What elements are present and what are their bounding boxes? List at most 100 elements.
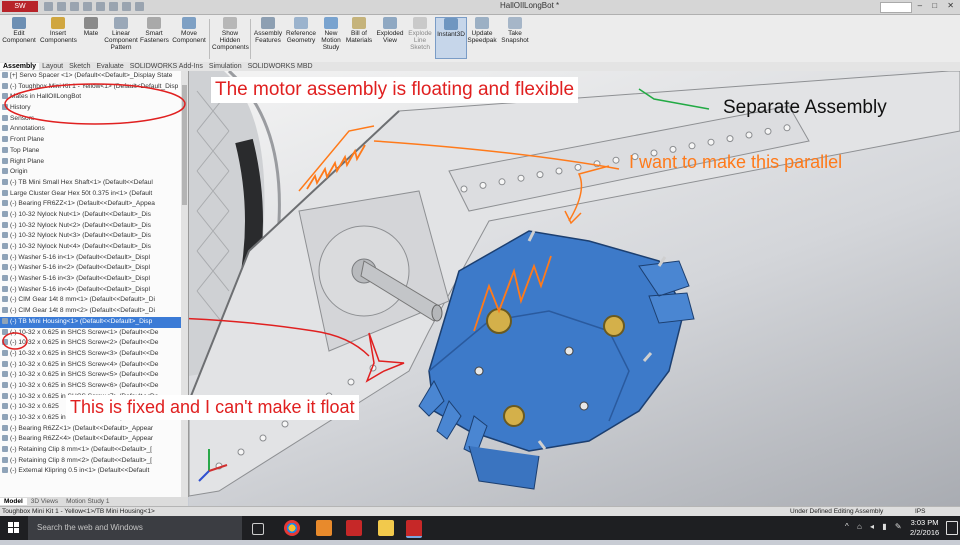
tab-model[interactable]: Model: [0, 498, 27, 505]
explode-line-sketch-button[interactable]: Explode Line Sketch: [406, 17, 434, 51]
tree-item[interactable]: Front Plane: [0, 135, 188, 146]
tree-item-label: (-) 10-32 Nylock Nut<2> (Default<<Defaul…: [10, 221, 151, 229]
taskbar-clock[interactable]: 3:03 PM 2/2/2016: [910, 518, 939, 538]
tree-item[interactable]: (-) CIM Gear 14t 8 mm<1> (Default<<Defau…: [0, 295, 188, 306]
start-button[interactable]: [0, 516, 28, 540]
smart-fasteners-button[interactable]: Smart Fasteners: [140, 17, 169, 44]
chassis-hole: [460, 185, 468, 193]
status-path: Toughbox Mini Kit 1 - Yellow<1>/TB Mini …: [2, 508, 155, 515]
tree-item[interactable]: Top Plane: [0, 146, 188, 157]
separate-assembly-callout: Separate Assembly: [723, 97, 887, 118]
tab-3d-views[interactable]: 3D Views: [27, 498, 62, 505]
document-title: HallOIlLongBot *: [500, 1, 560, 10]
notification-center-icon[interactable]: [946, 521, 958, 535]
edit-component-button[interactable]: Edit Component: [2, 17, 36, 44]
tab-sketch[interactable]: Sketch: [66, 63, 93, 70]
tree-item-label: (-) 10-32 x 0.625 in SHCS Screw<6> (Defa…: [10, 381, 159, 389]
bill-of-materials-button[interactable]: Bill of Materials: [345, 17, 373, 44]
tab-layout[interactable]: Layout: [39, 63, 66, 70]
tree-item[interactable]: (-) TB Mini Housing<1> (Default<<Default…: [0, 316, 188, 328]
tree-item[interactable]: Right Plane: [0, 157, 188, 168]
taskbar-search-box[interactable]: Search the web and Windows: [28, 516, 242, 540]
tree-item[interactable]: Origin: [0, 167, 188, 178]
assembly-features-button[interactable]: Assembly Features: [253, 17, 283, 44]
tb-mini-housing: [418, 230, 695, 490]
tree-item[interactable]: (-) Washer 5-16 in<4> (Default<<Default>…: [0, 285, 188, 296]
tree-item[interactable]: (-) 10-32 Nylock Nut<3> (Default<<Defaul…: [0, 231, 188, 242]
open-file-icon[interactable]: [57, 2, 66, 11]
tab-motion-study[interactable]: Motion Study 1: [62, 498, 113, 505]
tree-item[interactable]: (-) Retaining Clip 8 mm<2> (Default<<Def…: [0, 456, 188, 467]
tree-item[interactable]: (-) 10-32 Nylock Nut<2> (Default<<Defaul…: [0, 221, 188, 232]
tree-item[interactable]: (-) 10-32 x 0.625 in SHCS Screw<5> (Defa…: [0, 370, 188, 381]
tab-simulation[interactable]: Simulation: [206, 63, 245, 70]
tree-item-label: (-) Washer 5-16 in<1> (Default<<Default>…: [10, 253, 150, 261]
options-icon[interactable]: [135, 2, 144, 11]
undo-icon[interactable]: [96, 2, 105, 11]
mate-button[interactable]: Mate: [80, 17, 102, 37]
reference-geometry-button[interactable]: Reference Geometry: [285, 17, 317, 44]
tab-mbd[interactable]: SOLIDWORKS MBD: [245, 63, 316, 70]
solidworks-taskbar-icon[interactable]: [346, 520, 362, 536]
component-icon: [2, 414, 8, 420]
tab-addins[interactable]: SOLIDWORKS Add-Ins: [127, 63, 206, 70]
vlc-icon[interactable]: [316, 520, 332, 536]
tab-assembly[interactable]: Assembly: [0, 63, 40, 70]
insert-components-button[interactable]: Insert Components: [40, 17, 77, 44]
solidworks-logo[interactable]: SW: [2, 1, 38, 12]
tree-item[interactable]: (-) Bearing FR6ZZ<1> (Default<<Default>_…: [0, 199, 188, 210]
task-view-icon[interactable]: [252, 523, 264, 535]
show-hidden-button[interactable]: Show Hidden Components: [212, 17, 249, 51]
update-speedpak-button[interactable]: Update Speedpak: [467, 17, 497, 44]
graphics-viewport[interactable]: [189, 71, 960, 506]
tree-item[interactable]: (-) CIM Gear 14t 8 mm<2> (Default<<Defau…: [0, 306, 188, 317]
windows-taskbar: Search the web and Windows ^ ⌂ ◂ ▮ ✎ 3:0…: [0, 516, 960, 540]
tree-item[interactable]: (-) Bearing R6ZZ<4> (Default<<Default>_A…: [0, 434, 188, 445]
tree-item[interactable]: (-) Washer 5-16 in<1> (Default<<Default>…: [0, 253, 188, 264]
component-icon: [2, 446, 8, 453]
tree-item[interactable]: (-) 10-32 x 0.625 in SHCS Screw<4> (Defa…: [0, 360, 188, 371]
tree-item-label: Top Plane: [10, 146, 40, 154]
ribbon-separator: [250, 19, 251, 59]
select-icon[interactable]: [109, 2, 118, 11]
tree-item[interactable]: Large Cluster Gear Hex 50t 0.375 in<1> (…: [0, 189, 188, 200]
print-icon[interactable]: [83, 2, 92, 11]
new-motion-study-button[interactable]: New Motion Study: [319, 17, 343, 51]
tree-scrollbar[interactable]: [181, 71, 188, 497]
move-component-button[interactable]: Move Component: [172, 17, 206, 44]
feature-manager-tree: [+] Servo Spacer <1> (Default<<Default>_…: [0, 71, 189, 497]
parallel-callout: I want to make this parallel: [629, 152, 843, 172]
new-file-icon[interactable]: [44, 2, 53, 11]
exploded-view-button[interactable]: Exploded View: [375, 17, 405, 44]
tree-item[interactable]: (-) Bearing R6ZZ<1> (Default<<Default>_A…: [0, 424, 188, 435]
take-snapshot-button[interactable]: Take Snapshot: [499, 17, 531, 44]
feature-tree-tabs: Model 3D Views Motion Study 1: [0, 497, 188, 506]
tree-item[interactable]: (-) Washer 5-16 in<3> (Default<<Default>…: [0, 274, 188, 285]
units-selector[interactable]: IPS: [915, 507, 925, 516]
instant3d-button[interactable]: Instant3D: [435, 17, 467, 59]
chassis-hole: [745, 131, 753, 139]
solidworks-active-icon[interactable]: [406, 520, 422, 538]
file-explorer-icon[interactable]: [378, 520, 394, 536]
system-tray-icons[interactable]: ^ ⌂ ◂ ▮ ✎: [845, 522, 905, 531]
component-icon: [2, 275, 8, 282]
tab-evaluate[interactable]: Evaluate: [94, 63, 127, 70]
rebuild-icon[interactable]: [122, 2, 131, 11]
tree-item[interactable]: (-) Washer 5-16 in<2> (Default<<Default>…: [0, 263, 188, 274]
save-icon[interactable]: [70, 2, 79, 11]
tree-item[interactable]: (-) Retaining Clip 8 mm<1> (Default<<Def…: [0, 445, 188, 456]
tree-item[interactable]: (-) 10-32 x 0.625 in SHCS Screw<6> (Defa…: [0, 381, 188, 392]
tree-item[interactable]: (-) External Klipring 0.5 in<1> (Default…: [0, 466, 188, 477]
linear-pattern-button[interactable]: Linear Component Pattern: [104, 17, 138, 51]
tree-item-label: (-) 10-32 x 0.625: [10, 403, 59, 411]
search-commands-input[interactable]: [880, 2, 912, 13]
tree-item[interactable]: (-) TB Mini Small Hex Shaft<1> (Default<…: [0, 178, 188, 189]
window-controls[interactable]: – □ ✕: [918, 1, 958, 10]
component-icon: [2, 221, 8, 228]
tree-item[interactable]: (-) 10-32 Nylock Nut<4> (Default<<Defaul…: [0, 242, 188, 253]
explode-line-icon: [413, 17, 427, 29]
tree-item[interactable]: (-) 10-32 Nylock Nut<1> (Default<<Defaul…: [0, 210, 188, 221]
tree-item-label: (-) 10-32 x 0.625 in SHCS Screw<3> (Defa…: [10, 349, 159, 357]
tree-item-label: (-) Retaining Clip 8 mm<1> (Default<<Def…: [10, 446, 153, 454]
chrome-icon[interactable]: [284, 520, 300, 536]
